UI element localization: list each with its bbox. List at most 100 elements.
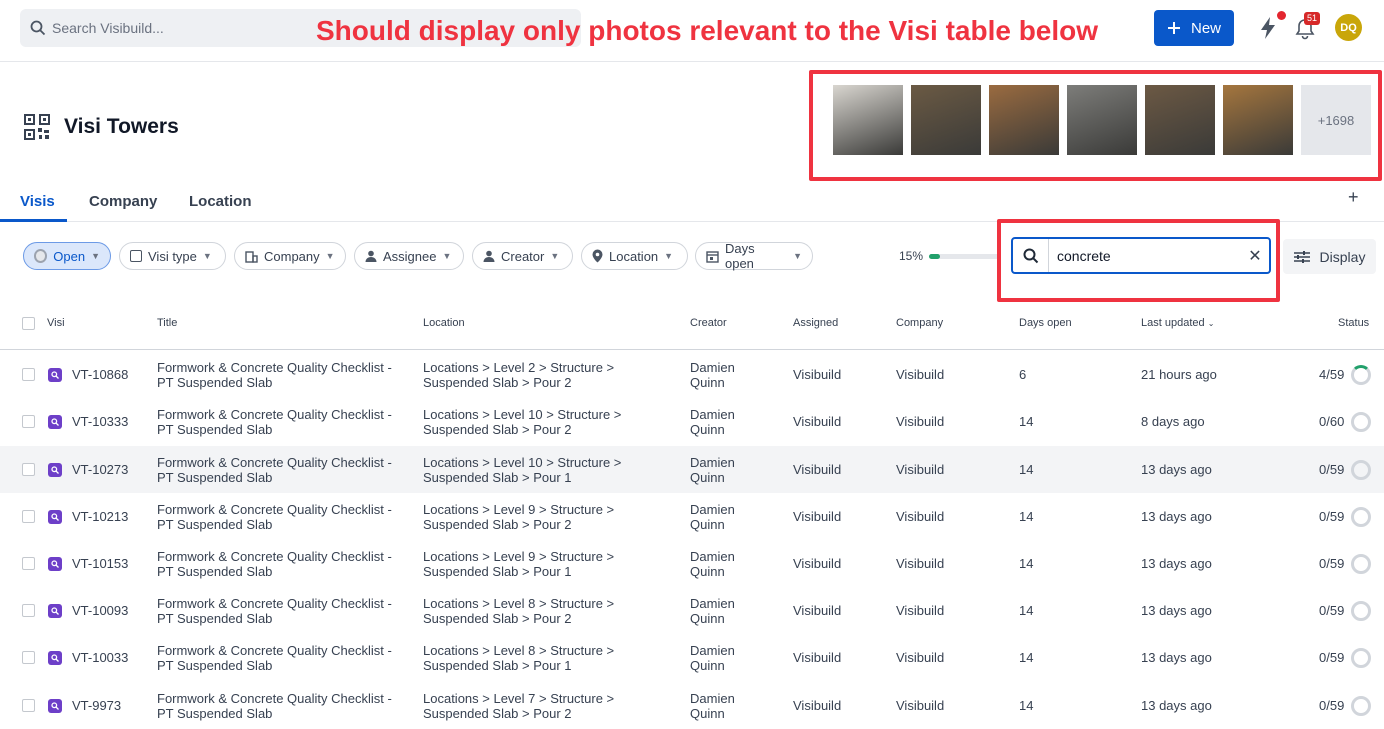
visi-location: Locations > Level 7 > Structure > Suspend… — [423, 691, 614, 721]
visi-title[interactable]: Formwork & Concrete Quality Checklist -P… — [157, 691, 392, 721]
row-checkbox[interactable] — [22, 557, 35, 570]
visi-creator: Damien Quinn — [690, 360, 735, 390]
visi-assigned: Visibuild — [793, 509, 842, 524]
photo-thumbnail[interactable] — [1145, 85, 1215, 155]
creator-line: Quinn — [690, 658, 725, 673]
visi-title[interactable]: Formwork & Concrete Quality Checklist -P… — [157, 643, 392, 673]
photo-thumbnail[interactable] — [833, 85, 903, 155]
table-row[interactable]: VT-10868 Formwork & Concrete Quality Chec… — [0, 351, 1384, 398]
avatar[interactable]: DQ — [1335, 14, 1362, 41]
visi-company: Visibuild — [896, 556, 945, 571]
location-filter[interactable]: Location ▼ — [581, 242, 688, 270]
calendar-icon — [706, 250, 719, 263]
tab-company[interactable]: Company — [89, 193, 157, 210]
column-header-visi[interactable]: Visi — [47, 317, 65, 329]
visi-company: Visibuild — [896, 509, 945, 524]
progress-bar-fill — [929, 254, 940, 259]
column-header-assigned[interactable]: Assigned — [793, 317, 838, 329]
building-icon — [245, 250, 258, 263]
row-checkbox[interactable] — [22, 604, 35, 617]
status-progress-ring — [1351, 412, 1371, 432]
visi-type-icon — [48, 368, 62, 382]
visi-id[interactable]: VT-10213 — [72, 509, 128, 524]
visi-creator: Damien Quinn — [690, 643, 735, 673]
visi-days-open: 14 — [1019, 462, 1034, 477]
visi-title[interactable]: Formwork & Concrete Quality Checklist -P… — [157, 549, 392, 579]
days-open-filter[interactable]: Days open ▼ — [695, 241, 813, 271]
table-row[interactable]: VT-10273 Formwork & Concrete Quality Chec… — [0, 446, 1384, 493]
company-filter[interactable]: Company ▼ — [234, 242, 346, 270]
table-row[interactable]: VT-9973 Formwork & Concrete Quality Check… — [0, 682, 1384, 729]
tab-visis[interactable]: Visis — [20, 193, 55, 210]
row-checkbox[interactable] — [22, 368, 35, 381]
column-header-location[interactable]: Location — [423, 317, 465, 329]
search-icon — [1013, 239, 1049, 272]
last-updated-label: Last updated — [1141, 317, 1205, 329]
visi-id[interactable]: VT-10333 — [72, 414, 128, 429]
row-checkbox[interactable] — [22, 651, 35, 664]
visi-type-icon — [48, 557, 62, 571]
visi-title[interactable]: Formwork & Concrete Quality Checklist -P… — [157, 407, 392, 437]
visi-type-filter[interactable]: Visi type ▼ — [119, 242, 226, 270]
visi-assigned: Visibuild — [793, 462, 842, 477]
column-header-last-updated[interactable]: Last updated ⌄ — [1141, 317, 1214, 329]
tab-location[interactable]: Location — [189, 193, 252, 210]
more-photos-tile[interactable]: +1698 — [1301, 85, 1371, 155]
clear-icon[interactable]: ✕ — [1241, 246, 1269, 266]
visi-title-line: Formwork & Concrete Quality Checklist - — [157, 455, 392, 470]
visi-title[interactable]: Formwork & Concrete Quality Checklist -P… — [157, 360, 392, 390]
column-header-status[interactable]: Status — [1338, 317, 1369, 329]
visi-title-line: Formwork & Concrete Quality Checklist - — [157, 691, 392, 706]
row-checkbox[interactable] — [22, 463, 35, 476]
location-line: Suspended Slab > Pour 1 — [423, 564, 572, 579]
visi-id[interactable]: VT-10273 — [72, 462, 128, 477]
visi-creator: Damien Quinn — [690, 407, 735, 437]
visi-id[interactable]: VT-10868 — [72, 367, 128, 382]
photo-thumbnail[interactable] — [1067, 85, 1137, 155]
visi-id[interactable]: VT-10033 — [72, 650, 128, 665]
visi-days-open: 14 — [1019, 603, 1034, 618]
row-checkbox[interactable] — [22, 415, 35, 428]
table-row[interactable]: VT-10333 Formwork & Concrete Quality Chec… — [0, 398, 1384, 445]
column-header-title[interactable]: Title — [157, 317, 177, 329]
column-header-days-open[interactable]: Days open — [1019, 317, 1072, 329]
visi-title[interactable]: Formwork & Concrete Quality Checklist -P… — [157, 596, 392, 626]
photo-thumbnail[interactable] — [1223, 85, 1293, 155]
add-tab-button[interactable]: + — [1348, 187, 1359, 208]
visi-title-line: PT Suspended Slab — [157, 611, 273, 626]
visi-creator: Damien Quinn — [690, 455, 735, 485]
person-icon — [365, 250, 377, 262]
location-line: Locations > Level 10 > Structure > — [423, 407, 622, 422]
status-filter-open[interactable]: Open ▼ — [23, 242, 111, 270]
lightning-icon[interactable] — [1258, 16, 1278, 40]
creator-line: Damien — [690, 643, 735, 658]
assignee-filter[interactable]: Assignee ▼ — [354, 242, 464, 270]
select-all-checkbox[interactable] — [22, 317, 35, 330]
creator-line: Damien — [690, 691, 735, 706]
display-button[interactable]: Display — [1283, 239, 1376, 274]
visi-location: Locations > Level 8 > Structure > Suspend… — [423, 643, 614, 673]
row-checkbox[interactable] — [22, 699, 35, 712]
photo-thumbnail[interactable] — [989, 85, 1059, 155]
row-checkbox[interactable] — [22, 510, 35, 523]
table-row[interactable]: VT-10093 Formwork & Concrete Quality Chec… — [0, 587, 1384, 634]
photo-thumbnail[interactable] — [911, 85, 981, 155]
visi-id[interactable]: VT-9973 — [72, 698, 121, 713]
visi-id[interactable]: VT-10153 — [72, 556, 128, 571]
visi-status-count: 4/59 — [1319, 367, 1345, 382]
table-row[interactable]: VT-10153 Formwork & Concrete Quality Chec… — [0, 540, 1384, 587]
visi-title[interactable]: Formwork & Concrete Quality Checklist -P… — [157, 502, 392, 532]
table-row[interactable]: VT-10033 Formwork & Concrete Quality Chec… — [0, 634, 1384, 681]
visi-location: Locations > Level 9 > Structure > Suspend… — [423, 502, 614, 532]
visi-title[interactable]: Formwork & Concrete Quality Checklist -P… — [157, 455, 392, 485]
status-progress-ring — [1351, 648, 1371, 668]
location-line: Suspended Slab > Pour 2 — [423, 375, 572, 390]
table-row[interactable]: VT-10213 Formwork & Concrete Quality Chec… — [0, 493, 1384, 540]
new-button[interactable]: New — [1154, 10, 1234, 46]
column-header-creator[interactable]: Creator — [690, 317, 727, 329]
table-search-field[interactable]: concrete ✕ — [1011, 237, 1271, 274]
visi-id[interactable]: VT-10093 — [72, 603, 128, 618]
creator-filter[interactable]: Creator ▼ — [472, 242, 573, 270]
table-search-input[interactable]: concrete — [1049, 248, 1241, 264]
column-header-company[interactable]: Company — [896, 317, 943, 329]
